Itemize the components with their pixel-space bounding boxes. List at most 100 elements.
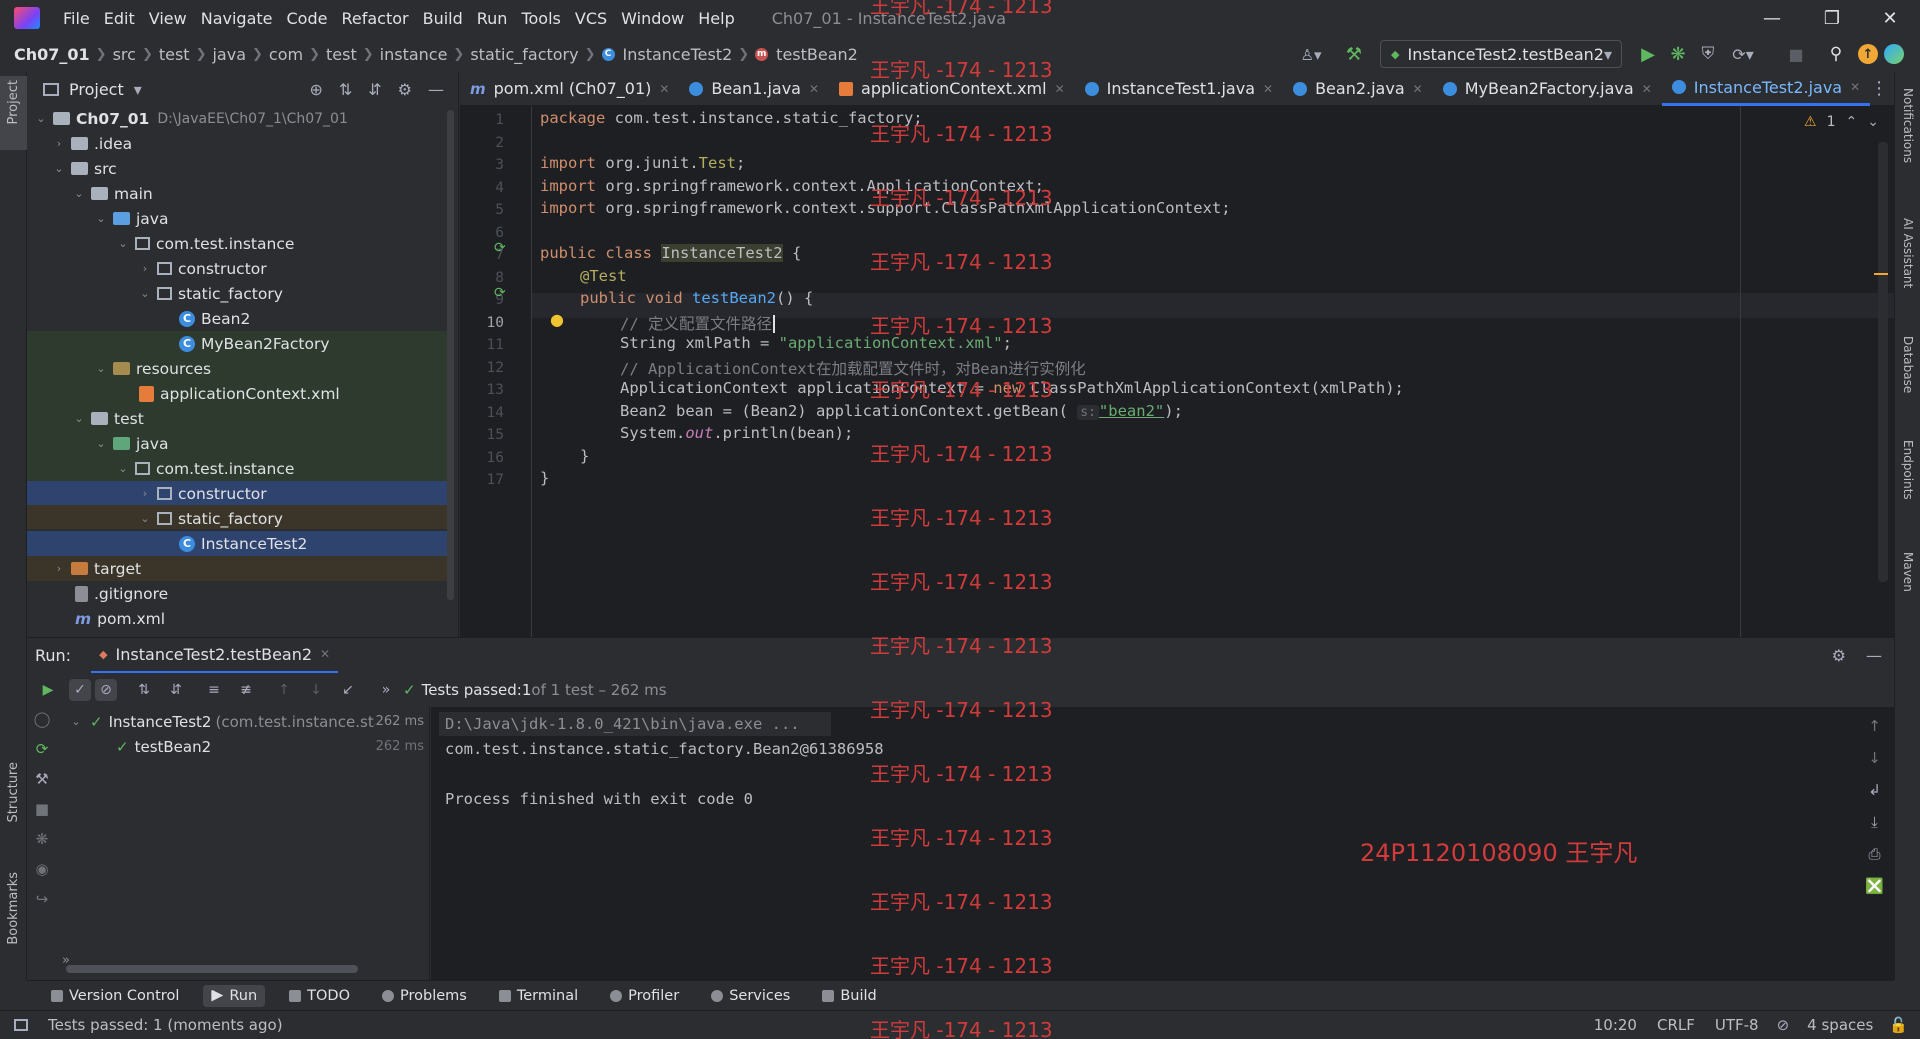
close-icon[interactable]: ✕ bbox=[320, 647, 330, 661]
profiler-tool-button[interactable]: Profiler bbox=[602, 985, 687, 1007]
tree-item-static-factory[interactable]: ⌄ static_factory bbox=[27, 281, 451, 306]
more-tabs-icon[interactable]: ⋮ bbox=[1870, 78, 1888, 99]
user-icon[interactable]: ♙▾ bbox=[1296, 44, 1326, 66]
expand-all-icon[interactable]: ⇅ bbox=[339, 80, 352, 99]
menu-view[interactable]: View bbox=[142, 9, 194, 28]
line-separator[interactable]: CRLF bbox=[1657, 1016, 1695, 1034]
more-icon[interactable]: » bbox=[375, 679, 397, 701]
run-tool-button[interactable]: Run bbox=[203, 984, 266, 1007]
build-hammer-icon[interactable]: ⚒ bbox=[1342, 42, 1366, 66]
collapse-all-icon[interactable]: ⇵ bbox=[368, 80, 381, 99]
run-icon[interactable]: ▶ bbox=[1636, 42, 1660, 66]
tree-item-mybean2factory[interactable]: C MyBean2Factory bbox=[27, 331, 451, 356]
tab-bean1-java[interactable]: Bean1.java ✕ bbox=[679, 72, 829, 106]
endpoints-tool-button[interactable]: Endpoints bbox=[1901, 440, 1915, 500]
tree-item-src[interactable]: ⌄ src bbox=[27, 156, 451, 181]
tree-item-test-package[interactable]: ⌄ com.test.instance bbox=[27, 456, 451, 481]
editor-scrollbar[interactable] bbox=[1878, 142, 1888, 582]
test-suite-row[interactable]: ⌄ ✓ InstanceTest2 (com.test.instance.sta… bbox=[58, 709, 430, 734]
database-tool-button[interactable]: Database bbox=[1901, 336, 1915, 393]
arrow-up-icon[interactable]: ↑ bbox=[1868, 717, 1881, 735]
menu-edit[interactable]: Edit bbox=[97, 9, 142, 28]
run-tab[interactable]: ◆ InstanceTest2.testBean2 ✕ bbox=[91, 638, 339, 674]
breadcrumb-item[interactable]: InstanceTest2 bbox=[619, 45, 737, 64]
code-editor[interactable]: 1 2 3 4 5 6 7 8 9 10 11 12 13 14 15 16 1… bbox=[460, 106, 1894, 637]
gear-icon[interactable]: ⚙ bbox=[398, 80, 412, 99]
hide-icon[interactable]: — bbox=[428, 80, 444, 99]
tree-item-target[interactable]: › target bbox=[27, 556, 451, 581]
more-icon[interactable]: » bbox=[62, 953, 70, 968]
breadcrumb-item[interactable]: testBean2 bbox=[772, 45, 862, 64]
show-ignored-icon[interactable]: ⊘ bbox=[95, 679, 117, 701]
update-icon[interactable]: ↑ bbox=[1858, 44, 1878, 64]
tab-instancetest2-java[interactable]: InstanceTest2.java ✕ bbox=[1661, 71, 1871, 106]
restore-icon[interactable]: ❐ bbox=[1804, 0, 1860, 36]
tree-item-applicationcontext-xml[interactable]: applicationContext.xml bbox=[27, 381, 451, 406]
warning-marker[interactable] bbox=[1874, 273, 1888, 275]
rerun-failed-icon[interactable]: ⟳ bbox=[36, 740, 49, 758]
collapse-all-icon[interactable]: ≢ bbox=[235, 679, 257, 701]
close-icon[interactable]: ✕ bbox=[1642, 82, 1652, 96]
menu-file[interactable]: File bbox=[56, 9, 97, 28]
tree-item-test-java[interactable]: ⌄ java bbox=[27, 431, 451, 456]
tree-item-pom-xml[interactable]: m pom.xml bbox=[27, 606, 451, 631]
menu-run[interactable]: Run bbox=[470, 9, 515, 28]
tree-item-main[interactable]: ⌄ main bbox=[27, 181, 451, 206]
menu-vcs[interactable]: VCS bbox=[568, 9, 614, 28]
close-icon[interactable]: ✕ bbox=[659, 82, 669, 96]
run-test-gutter-icon[interactable]: ⟳ bbox=[494, 285, 506, 301]
run-configuration-selector[interactable]: ◆ InstanceTest2.testBean2 ▾ bbox=[1380, 40, 1622, 68]
caret-position[interactable]: 10:20 bbox=[1594, 1016, 1637, 1034]
breadcrumb-item[interactable]: test bbox=[155, 45, 194, 64]
project-scrollbar[interactable] bbox=[447, 110, 454, 600]
wrench-icon[interactable]: ⚒ bbox=[35, 770, 48, 788]
close-icon[interactable]: ✕ bbox=[809, 82, 819, 96]
profile-icon[interactable]: ⟳▾ bbox=[1726, 42, 1760, 66]
close-window-icon[interactable]: ✕ bbox=[1862, 0, 1918, 36]
chevron-down-icon[interactable]: ⌄ bbox=[1867, 114, 1879, 130]
stop-icon[interactable]: ■ bbox=[35, 800, 49, 818]
tree-item-instancetest2[interactable]: C InstanceTest2 bbox=[27, 531, 451, 556]
structure-tool-button[interactable]: Structure bbox=[6, 762, 21, 822]
tree-item-gitignore[interactable]: .gitignore bbox=[27, 581, 451, 606]
horizontal-scrollbar[interactable] bbox=[66, 965, 358, 973]
gear-icon[interactable]: ⚙ bbox=[1832, 646, 1846, 665]
breadcrumb-item[interactable]: Ch07_01 bbox=[10, 45, 94, 64]
tree-item-test-static-factory[interactable]: ⌄ static_factory bbox=[27, 506, 451, 531]
indent-setting[interactable]: 4 spaces bbox=[1807, 1016, 1873, 1034]
notifications-tool-button[interactable]: Notifications bbox=[1901, 88, 1915, 163]
status-message[interactable]: Tests passed: 1 (moments ago) bbox=[48, 1016, 283, 1034]
coverage-icon[interactable]: ⛨ bbox=[1696, 42, 1720, 66]
previous-failed-icon[interactable]: ↑ bbox=[273, 679, 295, 701]
run-test-gutter-icon[interactable]: ⟳ bbox=[494, 240, 506, 256]
no-inspections-icon[interactable]: ⊘ bbox=[1777, 1016, 1790, 1034]
file-encoding[interactable]: UTF-8 bbox=[1715, 1016, 1759, 1034]
arrow-down-icon[interactable]: ↓ bbox=[1868, 749, 1881, 767]
tree-item-constructor[interactable]: › constructor bbox=[27, 256, 451, 281]
version-control-tool-button[interactable]: Version Control bbox=[43, 985, 187, 1007]
print-icon[interactable]: ⎙ bbox=[1868, 845, 1880, 863]
todo-tool-button[interactable]: TODO bbox=[281, 985, 358, 1007]
exit-icon[interactable]: ↪ bbox=[36, 890, 49, 908]
tree-item-bean2[interactable]: C Bean2 bbox=[27, 306, 451, 331]
breadcrumb-item[interactable]: static_factory bbox=[466, 45, 582, 64]
lock-icon[interactable]: 🔓 bbox=[1889, 1016, 1908, 1034]
scroll-to-end-icon[interactable]: ⤓ bbox=[1871, 813, 1878, 831]
hide-icon[interactable]: — bbox=[1866, 646, 1882, 665]
tree-item-resources[interactable]: ⌄ resources bbox=[27, 356, 451, 381]
debug-icon[interactable]: ❋ bbox=[1666, 42, 1690, 66]
lightbulb-icon[interactable]: ● bbox=[550, 310, 564, 329]
ai-assistant-icon[interactable] bbox=[1884, 44, 1904, 64]
breadcrumb-item[interactable]: instance bbox=[376, 45, 452, 64]
breadcrumb-item[interactable]: com bbox=[265, 45, 307, 64]
tab-mybean2factory-java[interactable]: MyBean2Factory.java ✕ bbox=[1433, 72, 1662, 106]
trash-icon[interactable]: ❎ bbox=[1865, 877, 1884, 895]
close-icon[interactable]: ✕ bbox=[1055, 82, 1065, 96]
project-panel-title[interactable]: Project bbox=[69, 80, 124, 99]
tree-item-idea[interactable]: › .idea bbox=[27, 131, 451, 156]
chevron-down-icon[interactable]: ▾ bbox=[134, 80, 142, 99]
menu-code[interactable]: Code bbox=[280, 9, 335, 28]
breadcrumb-item[interactable]: src bbox=[109, 45, 140, 64]
tree-item-test-constructor[interactable]: › constructor bbox=[27, 481, 451, 506]
breadcrumb-item[interactable]: java bbox=[208, 45, 250, 64]
